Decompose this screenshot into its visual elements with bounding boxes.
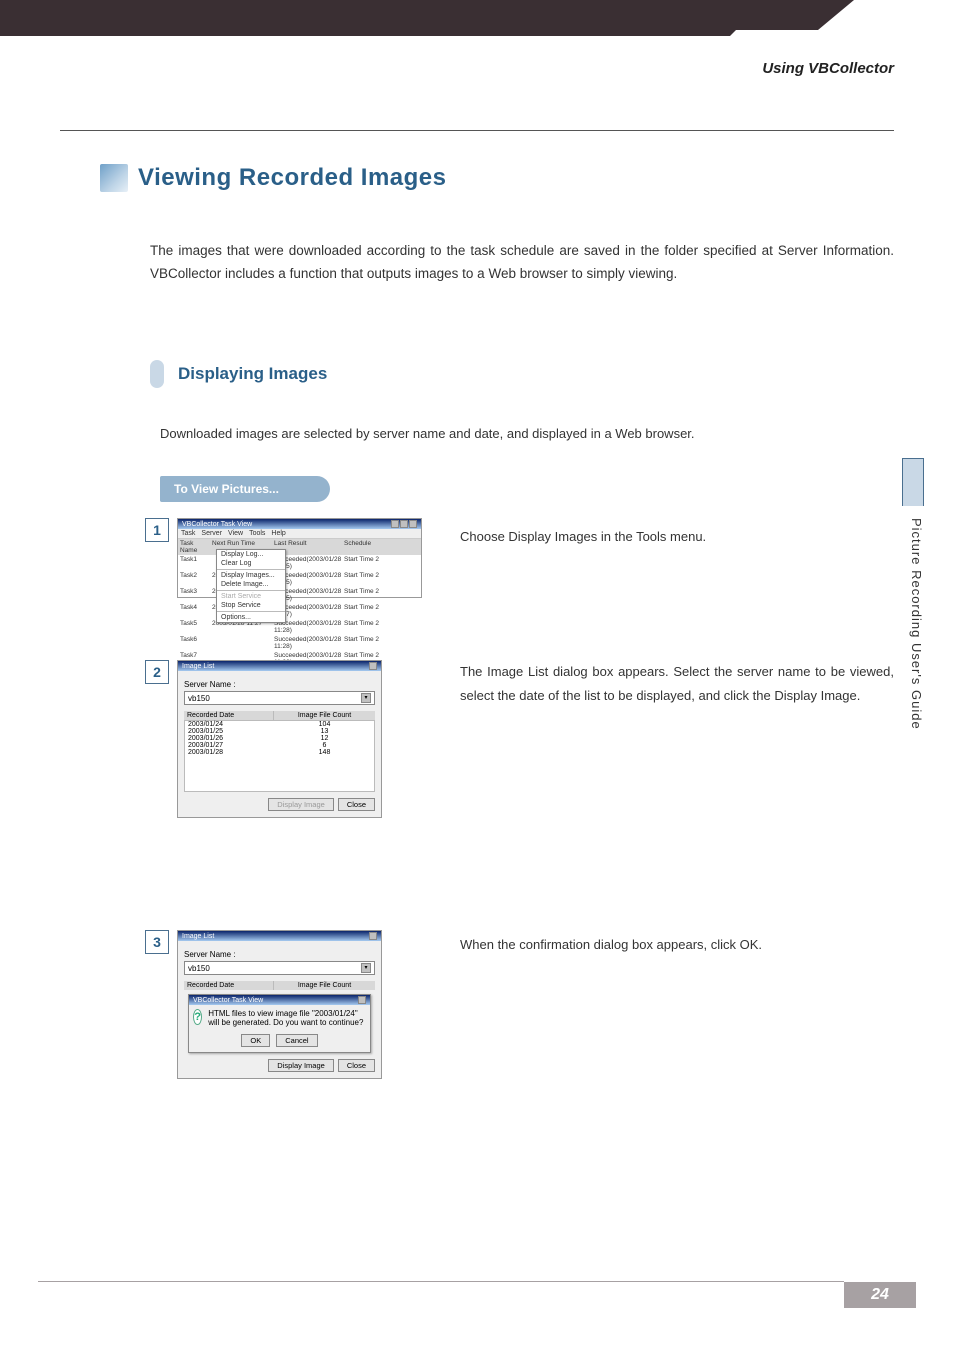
side-tab-label: Picture Recording User's Guide: [902, 518, 924, 730]
page-number: 24: [844, 1282, 916, 1308]
server-name-label: Server Name :: [184, 680, 375, 689]
step-3-text: When the confirmation dialog box appears…: [460, 933, 894, 957]
min-icon: [391, 520, 399, 528]
imagelist3-header: Recorded Date Image File Count: [184, 981, 375, 990]
menu-server[interactable]: Server: [201, 530, 222, 537]
taskview-menubar: Task Server View Tools Help: [178, 529, 421, 539]
chapter-title: Using VBCollector: [762, 60, 894, 77]
table-row[interactable]: Task32003/01/28 11:25Succeeded(2003/01/2…: [178, 587, 421, 603]
col-recorded-date: Recorded Date: [184, 981, 274, 990]
menu-tools[interactable]: Tools: [249, 530, 265, 537]
chevron-down-icon: ▾: [361, 693, 371, 703]
confirm-title-text: VBCollector Task View: [193, 997, 263, 1004]
imagelist-list[interactable]: 2003/01/24104 2003/01/2513 2003/01/2612 …: [184, 720, 375, 792]
header-banner-lower: [0, 30, 730, 36]
step-3-number: 3: [145, 930, 169, 954]
step-2-text: The Image List dialog box appears. Selec…: [460, 660, 894, 708]
list-item[interactable]: 2003/01/28148: [185, 749, 374, 756]
menu-item-display-log[interactable]: Display Log...: [217, 550, 285, 559]
step-1-text: Choose Display Images in the Tools menu.: [460, 525, 894, 549]
menu-item-delete-image[interactable]: Delete Image...: [217, 580, 285, 589]
menu-item-start-service[interactable]: Start Service: [217, 592, 285, 601]
side-tab: Picture Recording User's Guide: [902, 458, 924, 748]
header-banner: [0, 0, 818, 30]
server-name-label: Server Name :: [184, 950, 375, 959]
col-image-file-count: Image File Count: [274, 981, 375, 990]
taskview-table-header: Task Name Next Run Time Last Result Sche…: [178, 539, 421, 555]
close-button[interactable]: Close: [338, 1059, 375, 1072]
imagelist-titlebar: Image List: [178, 661, 381, 671]
server-name-select[interactable]: vb150 ▾: [184, 691, 375, 705]
menu-help[interactable]: Help: [271, 530, 285, 537]
imagelist-dialog-mock: Image List Server Name : vb150 ▾ Recorde…: [177, 660, 382, 818]
server-name-value: vb150: [188, 964, 210, 973]
header-banner-lower-notch: [730, 30, 736, 36]
table-row[interactable]: Task6Succeeded(2003/01/28 11:28)Start Ti…: [178, 635, 421, 651]
section-title: Viewing Recorded Images: [138, 164, 447, 192]
taskview-window-mock: VBCollector Task View Task Server View T…: [177, 518, 422, 598]
table-row[interactable]: Task42003/01/28 11:25Succeeded(2003/01/2…: [178, 603, 421, 619]
step-1-block: 1 VBCollector Task View Task Server View…: [145, 518, 422, 598]
display-image-button[interactable]: Display Image: [268, 1059, 334, 1072]
section-intro-text: The images that were downloaded accordin…: [150, 240, 894, 286]
imagelist-title-text: Image List: [182, 663, 214, 670]
close-icon: [369, 662, 377, 670]
menu-item-clear-log[interactable]: Clear Log: [217, 559, 285, 568]
close-icon: [369, 932, 377, 940]
confirm-dialog: VBCollector Task View ? HTML files to vi…: [188, 994, 371, 1053]
taskview-titlebar: VBCollector Task View: [178, 519, 421, 529]
section-heading: Viewing Recorded Images: [100, 164, 894, 200]
menu-task[interactable]: Task: [181, 530, 195, 537]
max-icon: [400, 520, 408, 528]
footer-rule: [38, 1281, 844, 1282]
col-image-file-count: Image File Count: [274, 711, 375, 720]
menu-item-options[interactable]: Options...: [217, 613, 285, 622]
step-2-block: 2 Image List Server Name : vb150 ▾ Recor…: [145, 660, 382, 818]
imagelist3-titlebar: Image List: [178, 931, 381, 941]
server-name-value: vb150: [188, 694, 210, 703]
close-icon: [409, 520, 417, 528]
imagelist3-title-text: Image List: [182, 933, 214, 940]
table-row[interactable]: Task22003/01/28 11:25Succeeded(2003/01/2…: [178, 571, 421, 587]
side-tab-marker: [902, 458, 924, 506]
subsection-marker-icon: [150, 360, 164, 388]
menu-item-stop-service[interactable]: Stop Service: [217, 601, 285, 610]
col-task-name: Task Name: [178, 539, 210, 555]
callout-label: To View Pictures...: [160, 476, 330, 502]
step-3-block: 3 Image List Server Name : vb150 ▾ Recor…: [145, 930, 382, 1079]
question-icon: ?: [193, 1009, 202, 1025]
display-image-button[interactable]: Display Image: [268, 798, 334, 811]
header-banner-notch: [818, 0, 854, 30]
list-item[interactable]: 2003/01/276: [185, 742, 374, 749]
subsection-heading: Displaying Images: [150, 360, 327, 388]
chevron-down-icon: ▾: [361, 963, 371, 973]
tools-dropdown: Display Log... Clear Log Display Images.…: [216, 549, 286, 623]
server-name-select[interactable]: vb150 ▾: [184, 961, 375, 975]
menu-view[interactable]: View: [228, 530, 243, 537]
step-2-number: 2: [145, 660, 169, 684]
subsection-title: Displaying Images: [178, 364, 327, 384]
section-marker-icon: [100, 164, 128, 192]
close-button[interactable]: Close: [338, 798, 375, 811]
list-item[interactable]: 2003/01/2612: [185, 735, 374, 742]
list-item[interactable]: 2003/01/2513: [185, 728, 374, 735]
imagelist-header: Recorded Date Image File Count: [184, 711, 375, 720]
col-schedule: Schedule: [342, 539, 382, 555]
subsection-intro-text: Downloaded images are selected by server…: [160, 426, 894, 441]
confirm-message: HTML files to view image file "2003/01/2…: [208, 1009, 366, 1027]
cancel-button[interactable]: Cancel: [276, 1034, 317, 1047]
horizontal-rule-top: [60, 130, 894, 131]
step-1-number: 1: [145, 518, 169, 542]
col-recorded-date: Recorded Date: [184, 711, 274, 720]
table-row[interactable]: Task1Succeeded(2003/01/28 11:25)Start Ti…: [178, 555, 421, 571]
imagelist-confirm-mock: Image List Server Name : vb150 ▾ Recorde…: [177, 930, 382, 1079]
list-item[interactable]: 2003/01/24104: [185, 721, 374, 728]
confirm-titlebar: VBCollector Task View: [189, 995, 370, 1005]
ok-button[interactable]: OK: [241, 1034, 270, 1047]
taskview-title-text: VBCollector Task View: [182, 521, 252, 528]
close-icon: [358, 996, 366, 1004]
taskview-rows: Task1Succeeded(2003/01/28 11:25)Start Ti…: [178, 555, 421, 667]
table-row[interactable]: Task52003/01/28 11:27Succeeded(2003/01/2…: [178, 619, 421, 635]
menu-item-display-images[interactable]: Display Images...: [217, 571, 285, 580]
